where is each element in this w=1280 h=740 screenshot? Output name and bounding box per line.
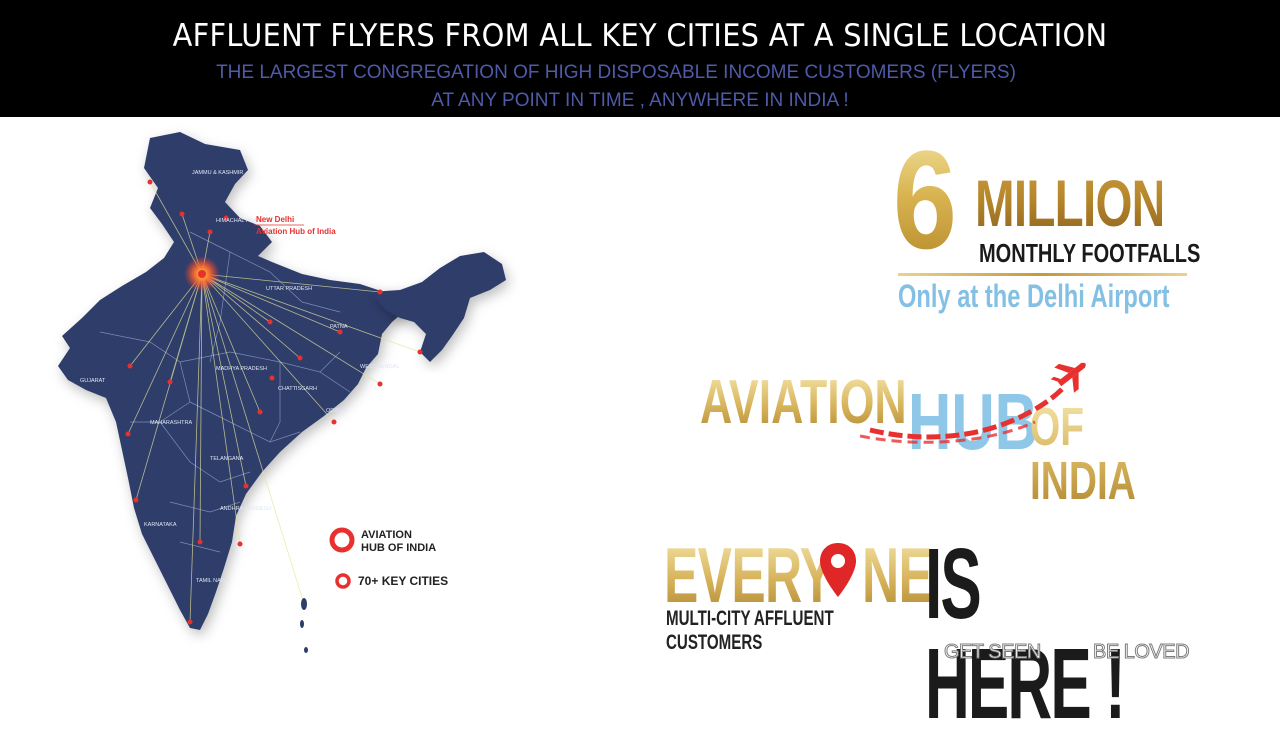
stat-unit: MILLION [975, 166, 1166, 240]
region-label: CHATTISGARH [278, 386, 317, 392]
legend-hub-icon [329, 527, 355, 553]
region-label: UTTAR PRADESH [266, 286, 312, 292]
subline-1: THE LARGEST CONGREGATION OF HIGH DISPOSA… [0, 62, 1280, 84]
plane-trail-icon [860, 362, 1086, 444]
region-label: MADHYA PRADESH [216, 366, 267, 372]
region-label: JAMMU & KASHMIR [192, 170, 243, 176]
hub-callout-line2: Aviation Hub of India [256, 227, 336, 236]
region-label: TAMIL NADU [196, 578, 229, 584]
hub-dot [198, 270, 206, 278]
headline: AFFLUENT FLYERS FROM ALL KEY CITIES AT A… [172, 18, 1108, 54]
plane-icon [1050, 362, 1086, 393]
stat-big-number: 6 [893, 121, 957, 278]
subline-2: AT ANY POINT IN TIME , ANYWHERE IN INDIA… [431, 90, 849, 111]
region-label: KARNATAKA [144, 522, 177, 528]
region-label: TELANGANA [210, 456, 244, 462]
andaman-islands [300, 598, 308, 653]
india-map: JAMMU & KASHMIR HIMACHAL PRADESH UTTAR P… [40, 122, 560, 662]
region-label: ANDHRA PRADESH [220, 506, 271, 512]
legend-city-icon [335, 573, 351, 589]
region-label: ODISHA [326, 408, 347, 414]
hub-callout-line1: New Delhi [256, 215, 294, 224]
be-loved-text: BE LOVED [1092, 641, 1190, 664]
header-band: AFFLUENT FLYERS FROM ALL KEY CITIES AT A… [0, 0, 1280, 117]
legend-hub-line1: AVIATION [361, 529, 412, 541]
tagline-multicity: MULTI-CITY AFFLUENT CUSTOMERS [666, 607, 834, 654]
legend-hub-line2: HUB OF INDIA [361, 542, 436, 554]
region-label: GUJARAT [80, 378, 106, 384]
region-label: PATNA [330, 324, 348, 330]
stat-caption: MONTHLY FOOTFALLS [979, 238, 1201, 268]
region-label: WEST BENGAL [360, 364, 400, 370]
subline-1-text: THE LARGEST CONGREGATION OF HIGH DISPOSA… [216, 62, 1016, 83]
northeast-landmass [370, 252, 506, 362]
india-map-graphic: JAMMU & KASHMIR HIMACHAL PRADESH UTTAR P… [58, 132, 506, 653]
get-seen-text: GET SEEN [944, 641, 1042, 664]
region-label: MAHARASHTRA [150, 420, 193, 426]
gold-divider [898, 273, 1187, 276]
is-here-text: IS HERE ! [925, 528, 1126, 740]
location-pin-icon [820, 543, 856, 597]
legend-cities-label: 70+ KEY CITIES [358, 574, 448, 588]
stat-location: Only at the Delhi Airport [898, 278, 1170, 314]
